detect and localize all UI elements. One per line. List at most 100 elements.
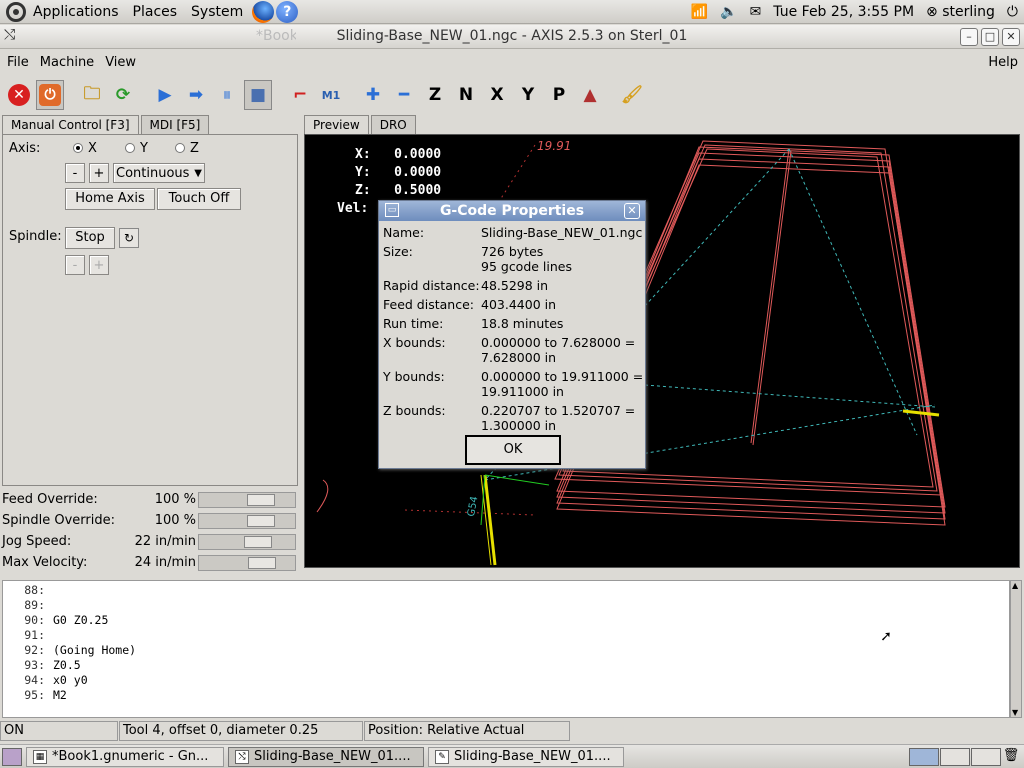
machine-power-icon[interactable]: ⏻ [36,80,64,110]
view-y-icon[interactable]: Y [514,80,542,110]
jog-plus-button[interactable]: + [89,163,109,183]
tab-manual-control[interactable]: Manual Control [F3] [2,115,139,135]
workspace-3[interactable] [971,747,1001,766]
slider-knob[interactable] [248,557,276,569]
pause-icon[interactable]: ⏸ [213,80,241,110]
applications-menu[interactable]: Applications [26,0,126,24]
zoom-in-icon[interactable]: ✚ [359,80,387,110]
file-menu[interactable]: File [0,55,33,70]
show-desktop-icon[interactable] [2,747,22,766]
dro-z: Z: 0.5000 [355,183,442,198]
task-gnumeric[interactable]: ▦ *Book1.gnumeric - Gn... [26,746,224,767]
axis-z-radio[interactable]: Z [175,141,199,156]
dro-y: Y: 0.0000 [355,165,442,180]
task-axis[interactable]: ⤭ Sliding-Base_NEW_01.... [228,746,424,767]
tab-preview[interactable]: Preview [304,115,369,135]
code-scrollbar[interactable]: ▲ ▼ [1010,580,1022,718]
slider-knob[interactable] [244,536,272,548]
jog-speed-slider[interactable] [198,534,296,550]
zoom-out-icon[interactable]: ━ [390,80,418,110]
machine-menu[interactable]: Machine [33,55,98,70]
axis-app-icon: ⤭ [235,749,249,764]
view-z-icon[interactable]: Z [421,80,449,110]
code-line[interactable]: 89: [3,598,1009,613]
stop-icon[interactable]: ■ [244,80,272,110]
feed-override-slider[interactable] [198,492,296,508]
ok-button[interactable]: OK [465,435,561,465]
rotate-view-icon[interactable]: ▲ [576,80,604,110]
code-line[interactable]: 92: (Going Home) [3,643,1009,658]
code-line[interactable]: 95: M2 [3,688,1009,703]
open-file-icon[interactable]: 🗀 [78,80,106,110]
tab-dro[interactable]: DRO [370,115,416,135]
radio-x-icon [73,143,83,153]
z-bounds-value: 0.220707 to 1.520707 = [481,403,636,418]
spindle-stop-button[interactable]: Stop [65,227,115,249]
places-menu[interactable]: Places [126,0,185,24]
tab-mdi[interactable]: MDI [F5] [140,115,210,135]
axis-x-radio[interactable]: X [73,141,97,156]
dialog-menu-icon[interactable]: ▭ [385,203,399,217]
help-icon[interactable]: ? [276,0,299,23]
code-line[interactable]: 90: G0 Z0.25 [3,613,1009,628]
x-bounds-value: 0.000000 to 7.628000 = [481,335,636,350]
axis-y-radio[interactable]: Y [125,141,148,156]
mail-icon[interactable]: ✉ [750,4,762,20]
volume-icon[interactable]: 🔈 [720,4,737,20]
optional-stop-icon[interactable]: M1 [317,80,345,110]
workspace-switcher[interactable]: 🗑 [909,747,1020,766]
run-time-value: 18.8 minutes [481,316,564,331]
step-icon[interactable]: ➡ [182,80,210,110]
chevron-down-icon: ▼ [194,168,202,179]
firefox-icon[interactable] [252,0,275,23]
code-line[interactable]: 93: Z0.5 [3,658,1009,673]
block-delete-icon[interactable]: ⌐ [286,80,314,110]
clock[interactable]: Tue Feb 25, 3:55 PM [773,4,914,20]
workspace-2[interactable] [940,747,970,766]
system-menu[interactable]: System [184,0,250,24]
power-icon[interactable]: ⏻ [1007,4,1018,20]
jog-mode-select[interactable]: Continuous ▼ [113,163,205,183]
reload-icon[interactable]: ⟳ [109,80,137,110]
spindle-override-slider[interactable] [198,513,296,529]
view-x-icon[interactable]: X [483,80,511,110]
minimize-icon[interactable]: – [960,28,978,46]
network-icon[interactable]: 📶 [691,4,708,20]
code-line[interactable]: 91: [3,628,1009,643]
rapid-distance-label: Rapid distance: [383,278,480,293]
estop-icon[interactable]: ✕ [5,80,33,110]
x-bounds-total: 7.628000 in [481,350,557,365]
close-icon[interactable]: ✕ [1002,28,1020,46]
slider-knob[interactable] [247,494,275,506]
jog-minus-button[interactable]: - [65,163,85,183]
help-menu[interactable]: Help [981,55,1024,70]
scroll-down-icon[interactable]: ▼ [1012,708,1018,717]
ubuntu-logo-icon[interactable] [6,1,26,22]
slider-knob[interactable] [247,515,275,527]
trash-icon[interactable]: 🗑 [1002,748,1020,766]
view-z2-icon[interactable]: N [452,80,480,110]
view-perspective-icon[interactable]: P [545,80,573,110]
spindle-direction-icon[interactable]: ↻ [119,228,139,248]
code-line[interactable]: 94: x0 y0 [3,673,1009,688]
scroll-up-icon[interactable]: ▲ [1012,581,1018,590]
dialog-close-icon[interactable]: ✕ [624,203,640,219]
name-label: Name: [383,225,425,240]
user-menu[interactable]: ⊗ sterling [926,4,995,20]
code-line[interactable]: 88: [3,583,1009,598]
gcode-listing[interactable]: 88: 89: 90: G0 Z0.25 91: 92: (Going Home) … [2,580,1010,718]
max-velocity-slider[interactable] [198,555,296,571]
run-icon[interactable]: ▶ [151,80,179,110]
task-editor[interactable]: ✎ Sliding-Base_NEW_01.... [428,746,624,767]
touch-off-button[interactable]: Touch Off [157,188,241,210]
radio-z-icon [175,143,185,153]
home-axis-button[interactable]: Home Axis [65,188,155,210]
window-title: Sliding-Base_NEW_01.ngc - AXIS 2.5.3 on … [336,28,688,44]
maximize-icon[interactable]: □ [981,28,999,46]
spindle-plus-button[interactable]: + [89,255,109,275]
view-menu[interactable]: View [98,55,140,70]
workspace-1[interactable] [909,747,939,766]
feed-override-label: Feed Override: [2,492,98,507]
clear-plot-icon[interactable]: 🖌 [618,80,646,110]
spindle-minus-button[interactable]: - [65,255,85,275]
